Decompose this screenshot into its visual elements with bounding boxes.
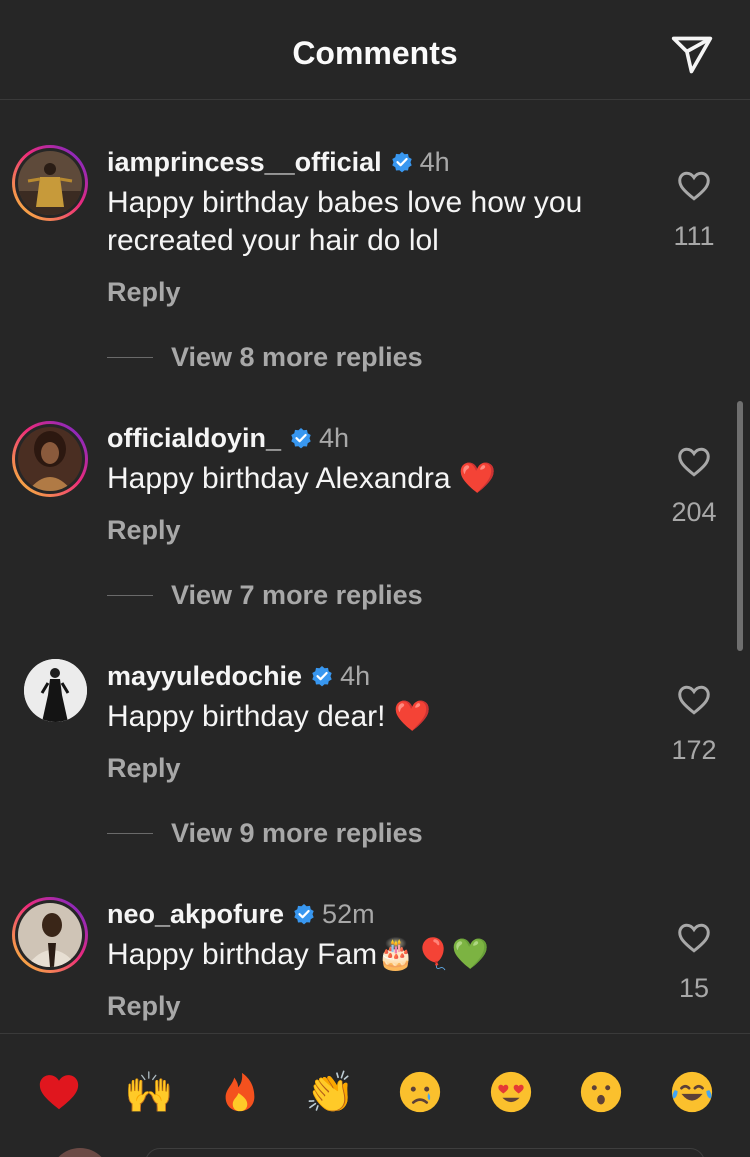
reply-button[interactable]: Reply	[107, 515, 181, 546]
comments-list[interactable]: iamprincess__official 4h Happy birthday …	[0, 101, 750, 1033]
heart-icon	[678, 171, 710, 201]
replies-divider	[107, 595, 153, 596]
view-replies-button[interactable]: View 7 more replies	[107, 580, 423, 611]
avatar-image	[18, 903, 82, 967]
reaction-laughing-button[interactable]	[666, 1066, 718, 1118]
reply-button[interactable]: Reply	[107, 277, 181, 308]
reaction-crying-button[interactable]	[394, 1066, 446, 1118]
comment-text: Happy birthday dear! ❤️	[107, 699, 432, 734]
heart-eyes-face-icon	[490, 1071, 532, 1113]
fire-icon	[225, 1072, 255, 1112]
comment-text: Happy birthday Alexandra ❤️	[107, 461, 497, 496]
username[interactable]: mayyuledochie	[107, 661, 302, 692]
reaction-surprised-button[interactable]	[575, 1066, 627, 1118]
comment-meta: mayyuledochie 4h	[107, 659, 370, 693]
username[interactable]: officialdoyin_	[107, 423, 281, 454]
verified-badge-icon	[294, 904, 314, 925]
crying-face-icon	[399, 1071, 441, 1113]
comments-screen: Comments iamprincess__official 4h Happy …	[0, 0, 750, 1157]
page-title: Comments	[292, 35, 458, 71]
verified-badge-icon	[312, 666, 332, 687]
clapping-hands-icon: 👏	[305, 1069, 355, 1116]
tears-of-joy-face-icon	[671, 1071, 713, 1113]
avatar[interactable]	[12, 897, 88, 973]
username[interactable]: iamprincess__official	[107, 147, 382, 178]
comment-meta: officialdoyin_ 4h	[107, 421, 349, 455]
header: Comments	[0, 0, 750, 100]
reply-button[interactable]: Reply	[107, 753, 181, 784]
reply-button[interactable]: Reply	[107, 991, 181, 1022]
comment-meta: neo_akpofure 52m	[107, 897, 375, 931]
cake-balloon-heart-emoji: 🎂🎈💚	[377, 937, 490, 972]
red-heart-icon	[39, 1075, 79, 1110]
like-button[interactable]	[672, 441, 716, 483]
emoji-reaction-bar: 🙌 👏	[0, 1033, 750, 1157]
scrollbar[interactable]	[737, 401, 743, 651]
reaction-clapping-button[interactable]: 👏	[304, 1066, 356, 1118]
paper-plane-icon	[671, 36, 713, 74]
reaction-raising-hands-button[interactable]: 🙌	[123, 1066, 175, 1118]
like-count: 172	[671, 735, 717, 765]
avatar[interactable]	[24, 659, 87, 722]
heart-emoji: ❤️	[393, 699, 432, 734]
avatar-image	[18, 427, 82, 491]
like-count: 204	[671, 497, 717, 527]
reaction-heart-eyes-button[interactable]	[485, 1066, 537, 1118]
view-replies-button[interactable]: View 8 more replies	[107, 342, 423, 373]
comment-time: 4h	[340, 660, 371, 691]
like-button[interactable]	[672, 679, 716, 721]
comment-time: 52m	[322, 898, 375, 929]
reaction-heart-button[interactable]	[33, 1066, 85, 1118]
raising-hands-icon: 🙌	[124, 1069, 174, 1116]
comment-time: 4h	[319, 422, 350, 453]
username[interactable]: neo_akpofure	[107, 899, 284, 930]
verified-badge-icon	[391, 152, 412, 173]
like-count: 15	[678, 973, 710, 1003]
heart-icon	[678, 923, 710, 953]
replies-divider	[107, 357, 153, 358]
like-button[interactable]	[672, 917, 716, 959]
reaction-fire-button[interactable]	[214, 1066, 266, 1118]
view-replies-button[interactable]: View 9 more replies	[107, 818, 423, 849]
share-button[interactable]	[666, 30, 718, 80]
comment-input[interactable]	[145, 1148, 705, 1157]
avatar[interactable]	[12, 421, 88, 497]
like-count: 111	[673, 221, 715, 251]
comment-text: Happy birthday Fam🎂🎈💚	[107, 937, 490, 972]
verified-badge-icon	[291, 428, 311, 449]
heart-emoji: ❤️	[458, 461, 497, 496]
comment-meta: iamprincess__official 4h	[107, 145, 450, 179]
avatar-image	[24, 659, 87, 722]
like-button[interactable]	[672, 165, 716, 207]
replies-divider	[107, 833, 153, 834]
avatar-image	[18, 151, 82, 215]
comment-time: 4h	[419, 146, 450, 177]
heart-icon	[678, 447, 710, 477]
avatar[interactable]	[12, 145, 88, 221]
comment-text: Happy birthday babes love how you recrea…	[107, 186, 583, 257]
heart-icon	[678, 685, 710, 715]
surprised-face-icon	[580, 1071, 622, 1113]
